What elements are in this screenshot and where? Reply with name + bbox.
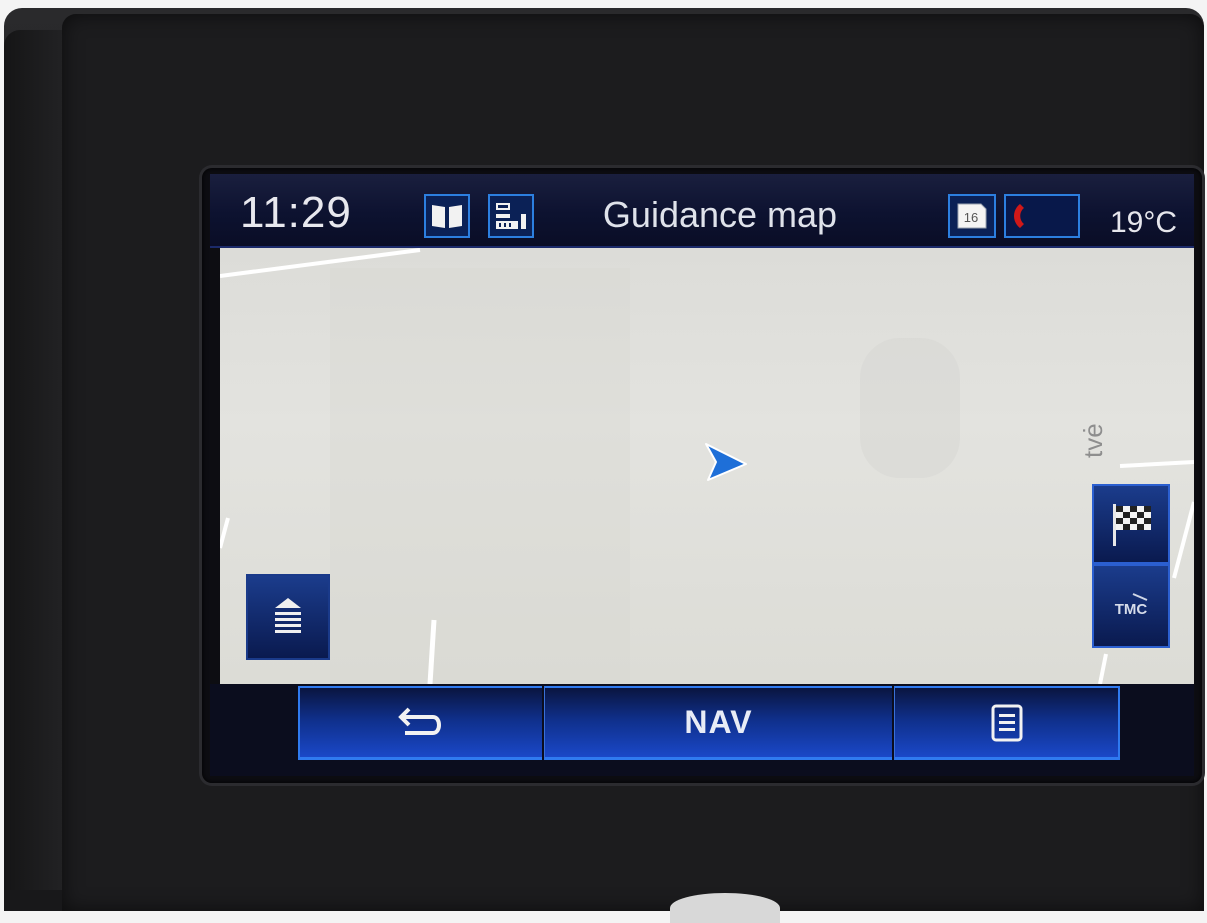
phone-status-button[interactable]: [1004, 194, 1080, 238]
menu-list-icon: [991, 704, 1022, 741]
checkered-flag-icon: [1113, 504, 1151, 546]
nav-label: NAV: [684, 704, 753, 740]
back-button[interactable]: [298, 686, 542, 760]
street-label: tvė: [1078, 423, 1108, 458]
route-list-icon: [496, 203, 526, 229]
bezel-edge: [4, 30, 64, 890]
tmc-icon: TMC: [1115, 593, 1148, 618]
nav-button[interactable]: NAV: [544, 686, 892, 760]
back-arrow-icon: [398, 707, 441, 735]
map-view-button[interactable]: [424, 194, 470, 238]
sd-card-icon: 16: [957, 203, 987, 229]
clock: 11:29: [240, 188, 352, 237]
destination-button[interactable]: [1092, 484, 1170, 564]
bottom-bar: NAV: [210, 684, 1194, 776]
position-arrow-icon: [705, 443, 747, 481]
infotainment-screen: 11:29 Guidance map 16 19°C tvė TMC NAV: [202, 168, 1202, 783]
outside-temperature: 19°C: [1110, 206, 1178, 239]
layers-button[interactable]: [246, 574, 330, 660]
header-bar: 11:29 Guidance map 16 19°C: [210, 174, 1194, 248]
route-list-button[interactable]: [488, 194, 534, 238]
book-map-icon: [432, 205, 462, 228]
map-view[interactable]: tvė TMC: [220, 248, 1194, 684]
sd-card-label: 16: [964, 210, 978, 225]
control-knob: [670, 893, 780, 923]
page-title: Guidance map: [602, 194, 838, 235]
layers-icon: [275, 598, 301, 633]
tmc-label: TMC: [1115, 601, 1148, 618]
phone-icon: [1014, 204, 1024, 228]
sd-card-indicator: 16: [948, 194, 996, 238]
menu-button[interactable]: [894, 686, 1120, 760]
tmc-traffic-button[interactable]: TMC: [1092, 564, 1170, 648]
